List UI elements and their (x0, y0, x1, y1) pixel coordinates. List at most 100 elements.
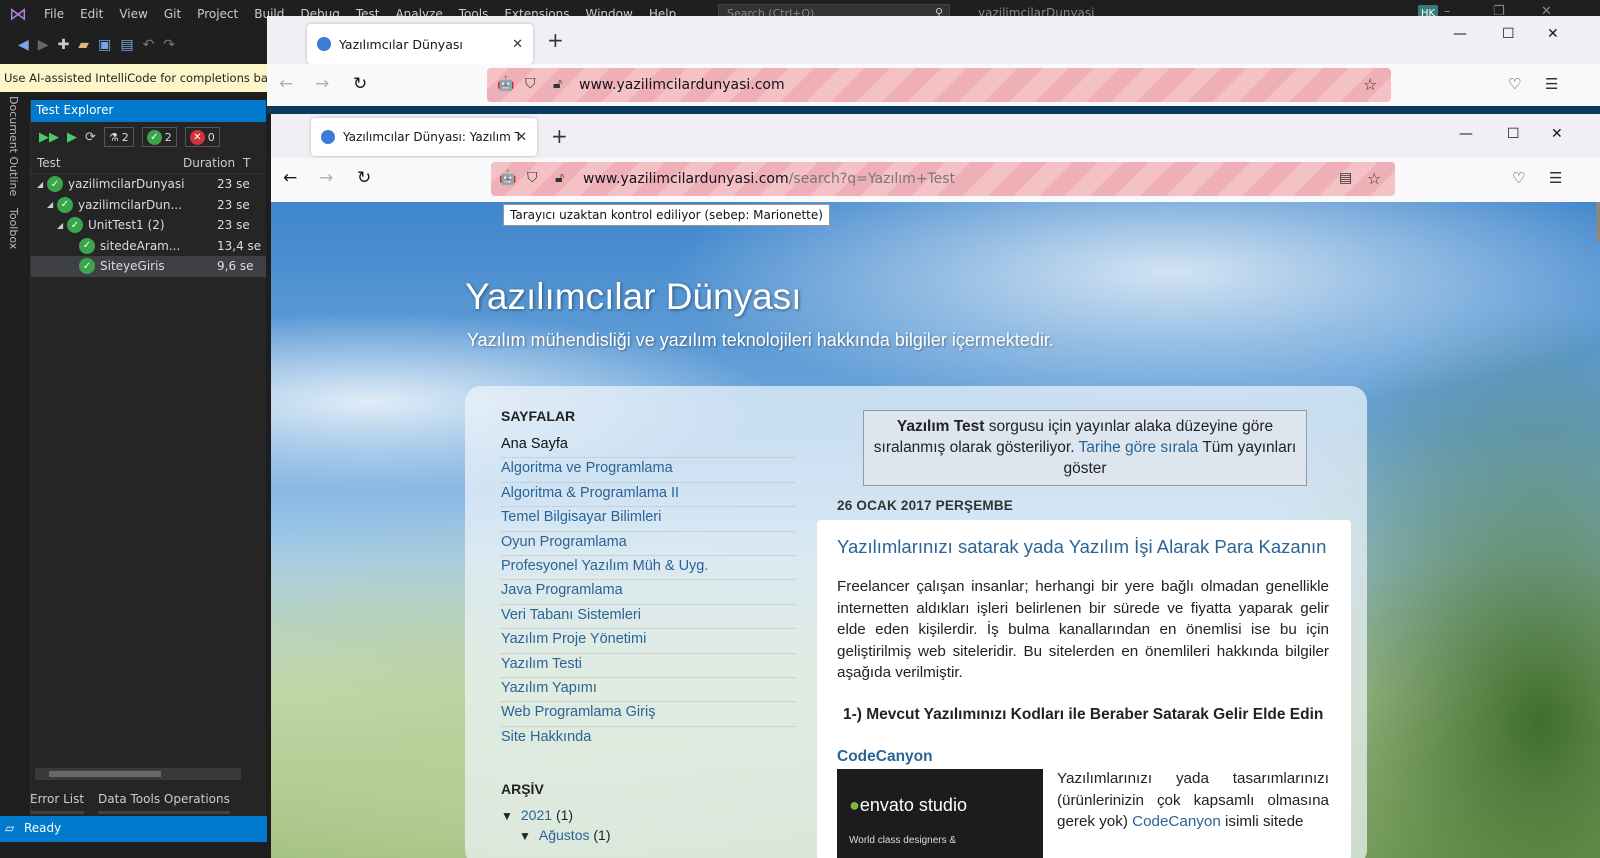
visual-studio-logo-icon[interactable]: ⋈ (0, 0, 36, 28)
archive-year[interactable]: ▼ 2021 (1) (501, 807, 795, 823)
codecanyon-link[interactable]: CodeCanyon (1132, 813, 1221, 830)
navigate-forward-icon[interactable]: ▶ (38, 37, 49, 53)
sidebar-item[interactable]: Yazılım Proje Yönetimi (501, 629, 795, 654)
remote-control-tooltip: Tarayıcı uzaktan kontrol ediliyor (sebep… (503, 204, 830, 226)
shield-icon[interactable]: ⛉ (525, 76, 536, 92)
search-query: Yazılım Test (896, 418, 985, 435)
tab-data-tools-operations[interactable]: Data Tools Operations (98, 792, 230, 814)
menu-edit[interactable]: Edit (72, 7, 111, 21)
sidebar-item[interactable]: Yazılım Testi (501, 654, 795, 678)
site-title[interactable]: Yazılımcılar Dünyası (465, 276, 802, 318)
minimize-icon[interactable]: — (1453, 26, 1467, 42)
archive-year-label[interactable]: 2021 (521, 807, 552, 823)
intellicode-infobar: Use AI-assisted IntelliCode for completi… (0, 64, 270, 92)
sidebar-item[interactable]: Profesyonel Yazılım Müh & Uyg. (501, 556, 795, 581)
sidebar-item[interactable]: Site Hakkında (501, 727, 795, 751)
rerun-icon[interactable]: ⟳ (85, 130, 96, 145)
save-icon[interactable]: ▣ (98, 37, 111, 53)
tab-error-list[interactable]: Error List (30, 792, 85, 814)
undo-icon[interactable]: ↶ (143, 37, 155, 53)
test-row[interactable]: ◢ ✓ yazilimcilarDunyasi 23 se (31, 174, 266, 195)
test-row-selected[interactable]: ✓ SiteyeGiris 9,6 se (31, 256, 266, 277)
shield-icon[interactable]: ⛉ (527, 170, 538, 186)
test-row[interactable]: ◢ ✓ yazilimcilarDun... 23 se (31, 195, 266, 216)
collapse-triangle-icon[interactable]: ▼ (501, 809, 513, 823)
minimize-icon[interactable]: — (1459, 126, 1473, 142)
run-icon[interactable]: ▶ (67, 130, 77, 145)
menu-icon[interactable]: ☰ (1549, 169, 1562, 187)
bookmark-star-icon[interactable]: ☆ (1363, 75, 1377, 94)
reader-view-icon[interactable]: ▤ (1339, 170, 1352, 186)
pocket-icon[interactable]: ♡ (1508, 75, 1521, 93)
reload-icon[interactable]: ↻ (357, 168, 371, 188)
envato-logo: ●envato studio (849, 795, 967, 816)
sort-by-date-link[interactable]: Tarihe göre sırala (1079, 439, 1199, 456)
browser-tab[interactable]: Yazılımcılar Dünyası ✕ (307, 24, 533, 64)
menu-icon[interactable]: ☰ (1545, 75, 1558, 93)
side-tab-toolbox[interactable]: Toolbox (7, 208, 20, 249)
redo-icon[interactable]: ↷ (163, 37, 175, 53)
column-traits[interactable]: T (243, 156, 250, 173)
collapse-triangle-icon[interactable]: ▼ (519, 829, 531, 843)
insecure-lock-icon[interactable]: 🔓︎ (553, 76, 562, 92)
sidebar-item[interactable]: Web Programlama Giriş (501, 702, 795, 727)
url-bar[interactable]: 🤖 ⛉ 🔓︎ www.yazilimcilardunyasi.com ☆ (487, 68, 1391, 102)
sidebar-item[interactable]: Java Programlama (501, 580, 795, 605)
menu-git[interactable]: Git (156, 7, 189, 21)
forward-icon[interactable]: → (319, 168, 333, 188)
maximize-icon[interactable]: ☐ (1507, 126, 1520, 142)
total-tests-badge[interactable]: ⚗ 2 (103, 127, 134, 147)
sidebar-item[interactable]: Veri Tabanı Sistemleri (501, 605, 795, 630)
new-tab-icon[interactable]: + (547, 28, 564, 52)
expand-triangle-icon[interactable]: ◢ (57, 221, 67, 230)
archive-month-label[interactable]: Ağustos (539, 827, 590, 843)
test-row[interactable]: ◢ ✓ UnitTest1 (2) 23 se (31, 215, 266, 236)
sidebar-item[interactable]: Oyun Programlama (501, 532, 795, 556)
back-icon[interactable]: ← (283, 168, 297, 188)
page-scrollbar[interactable] (1596, 202, 1600, 242)
sidebar-item[interactable]: Yazılım Yapımı (501, 678, 795, 703)
open-folder-icon[interactable]: ▰ (78, 37, 89, 53)
archive-month[interactable]: ▼ Ağustos (1) (501, 827, 795, 843)
maximize-icon[interactable]: ☐ (1502, 26, 1515, 42)
test-explorer-panel: Test Explorer ▶▶ ▶ ⟳ ⚗ 2 ✓ 2 ✕ 0 Test Durat… (30, 100, 266, 820)
close-tab-icon[interactable]: ✕ (516, 130, 527, 145)
passed-tests-badge[interactable]: ✓ 2 (141, 127, 177, 147)
expand-triangle-icon[interactable]: ◢ (37, 180, 47, 189)
insecure-lock-icon[interactable]: 🔓︎ (555, 170, 564, 186)
scrollbar-thumb[interactable] (49, 771, 161, 777)
browser-tab[interactable]: Yazılımcılar Dünyası: Yazılım Tes ✕ (311, 118, 537, 156)
menu-view[interactable]: View (111, 7, 155, 21)
url-bar[interactable]: 🤖 ⛉ 🔓︎ www.yazilimcilardunyasi.com/searc… (491, 162, 1395, 196)
failed-tests-badge[interactable]: ✕ 0 (184, 127, 220, 147)
new-tab-icon[interactable]: + (551, 124, 568, 148)
horizontal-scrollbar[interactable] (35, 768, 241, 780)
column-test[interactable]: Test (31, 156, 183, 173)
menu-file[interactable]: File (36, 7, 72, 21)
column-duration[interactable]: Duration (183, 156, 243, 173)
sidebar-item[interactable]: Temel Bilgisayar Bilimleri (501, 507, 795, 532)
back-icon[interactable]: ← (279, 74, 293, 94)
close-window-icon[interactable]: ✕ (1551, 126, 1563, 142)
pocket-icon[interactable]: ♡ (1512, 169, 1525, 187)
close-tab-icon[interactable]: ✕ (512, 37, 523, 52)
expand-triangle-icon[interactable]: ◢ (47, 200, 57, 209)
post-title[interactable]: Yazılımlarınızı satarak yada Yazılım İşi… (837, 536, 1326, 558)
forward-icon[interactable]: → (315, 74, 329, 94)
envato-studio-image[interactable]: ●envato studio World class designers & (837, 769, 1043, 858)
sidebar-item-ana-sayfa[interactable]: Ana Sayfa (501, 434, 795, 459)
run-all-icon[interactable]: ▶▶ (39, 130, 59, 145)
test-explorer-title: Test Explorer (31, 100, 266, 122)
sidebar-item[interactable]: Algoritma ve Programlama (501, 458, 795, 483)
codecanyon-heading[interactable]: CodeCanyon (837, 748, 933, 766)
navigate-back-icon[interactable]: ◀ (18, 37, 29, 53)
side-tab-document-outline[interactable]: Document Outline (7, 96, 20, 196)
save-all-icon[interactable]: ▤ (120, 37, 133, 53)
close-window-icon[interactable]: ✕ (1547, 26, 1559, 42)
menu-project[interactable]: Project (189, 7, 246, 21)
test-row[interactable]: ✓ sitedeAram... 13,4 se (31, 236, 266, 257)
reload-icon[interactable]: ↻ (353, 74, 367, 94)
new-project-icon[interactable]: ✚ (58, 37, 70, 53)
bookmark-star-icon[interactable]: ☆ (1367, 169, 1381, 188)
sidebar-item[interactable]: Algoritma & Programlama II (501, 483, 795, 508)
